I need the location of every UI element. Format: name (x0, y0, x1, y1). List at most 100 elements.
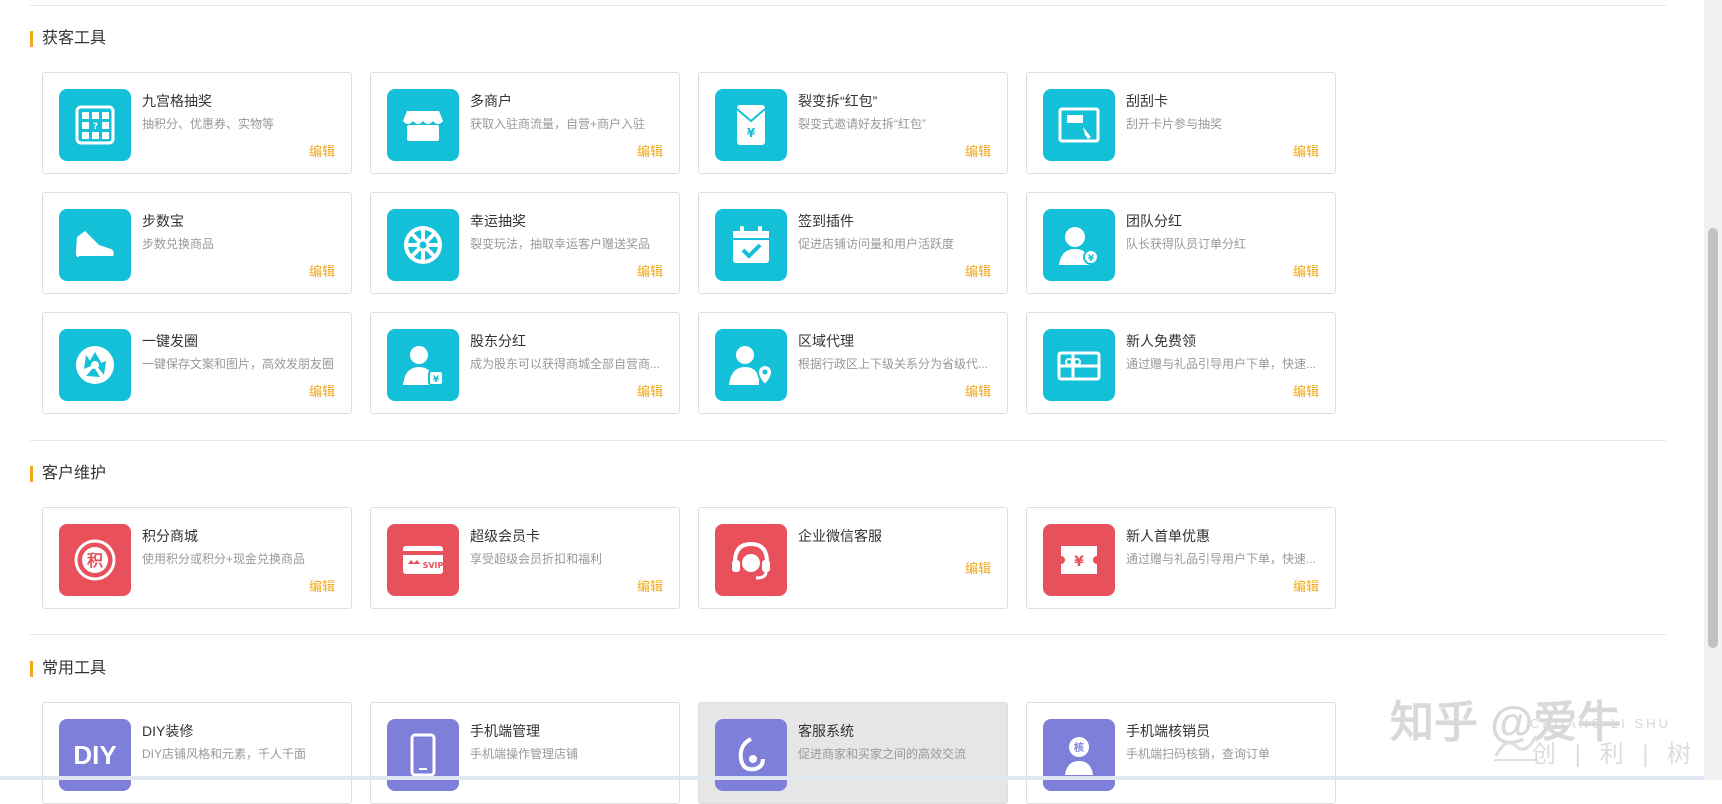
card-title: 幸运抽奖 (470, 213, 526, 229)
scratch-card-icon (1043, 89, 1115, 161)
svg-text:积: 积 (87, 551, 103, 570)
headset-icon (715, 524, 787, 596)
card-regional-agent[interactable]: 区域代理 根据行政区上下级关系分为省级代... 编辑 (698, 312, 1008, 414)
aperture-icon (59, 329, 131, 401)
card-multi-merchant[interactable]: 多商户 获取入驻商流量，自营+商户入驻 编辑 (370, 72, 680, 174)
card-red-envelope[interactable]: ¥ 裂变拆“红包” 裂变式邀请好友拆“红包” 编辑 (698, 72, 1008, 174)
card-title: 签到插件 (798, 213, 854, 229)
svg-text:¥: ¥ (433, 375, 440, 385)
edit-link[interactable]: 编辑 (965, 558, 991, 577)
svip-text: SVIP (423, 561, 444, 570)
divider (30, 5, 1666, 6)
card-desc: 刮开卡片参与抽奖 (1126, 117, 1223, 131)
edit-link[interactable]: 编辑 (965, 261, 991, 280)
edit-link[interactable]: 编辑 (637, 381, 663, 400)
verify-scan-icon: 核 (1043, 719, 1115, 791)
card-desc: 获取入驻商流量，自营+商户入驻 (470, 117, 646, 131)
sneaker-icon (59, 209, 131, 281)
card-step-treasure[interactable]: 步数宝 步数兑换商品 编辑 (42, 192, 352, 294)
svg-text:¥: ¥ (1088, 254, 1095, 264)
card-title: 步数宝 (142, 213, 184, 229)
card-desc: 成为股东可以获得商城全部自营商... (470, 357, 661, 371)
gift-icon (1043, 329, 1115, 401)
store-icon (387, 89, 459, 161)
card-desc: 裂变式邀请好友拆“红包” (798, 117, 926, 131)
card-customer-service-system[interactable]: 客服系统 促进商家和买家之间的高效交流 (698, 702, 1008, 804)
edit-link[interactable]: 编辑 (965, 381, 991, 400)
card-title: 手机端核销员 (1126, 723, 1210, 739)
svg-text:¥: ¥ (1074, 554, 1084, 570)
svg-text:核: 核 (1074, 741, 1084, 754)
coupon-icon: ¥ (1043, 524, 1115, 596)
edit-link[interactable]: 编辑 (309, 261, 335, 280)
card-desc: 手机端操作管理店铺 (470, 747, 579, 761)
card-diy-decoration[interactable]: DIY DIY装修 DIY店铺风格和元素，千人千面 (42, 702, 352, 804)
card-title: 股东分红 (470, 333, 526, 349)
edit-link[interactable]: 编辑 (1293, 261, 1319, 280)
card-grid-lottery[interactable]: ? 九宫格抽奖 抽积分、优惠券、实物等 编辑 (42, 72, 352, 174)
card-mobile-management[interactable]: 手机端管理 手机端操作管理店铺 (370, 702, 680, 804)
card-title: 手机端管理 (470, 723, 540, 739)
team-dividend-icon: ¥ (1043, 209, 1115, 281)
card-title: 团队分红 (1126, 213, 1182, 229)
edit-link[interactable]: 编辑 (309, 141, 335, 160)
svip-card-icon: SVIP (387, 524, 459, 596)
section-title-customer-care: 客户维护 (30, 464, 106, 484)
card-title: 超级会员卡 (470, 528, 540, 544)
watermark-sub2: 创 | 利 | 树 (1532, 741, 1698, 768)
card-desc: 一键保存文案和图片，高效发朋友圈 (142, 357, 335, 371)
card-lucky-draw[interactable]: 幸运抽奖 裂变玩法，抽取幸运客户赠送奖品 编辑 (370, 192, 680, 294)
card-desc: 抽积分、优惠券、实物等 (142, 117, 275, 131)
card-points-mall[interactable]: 积 积分商城 使用积分或积分+现金兑换商品 编辑 (42, 507, 352, 609)
divider (30, 634, 1666, 635)
card-team-dividend[interactable]: ¥ 团队分红 队长获得队员订单分红 编辑 (1026, 192, 1336, 294)
points-mall-icon: 积 (59, 524, 131, 596)
card-mobile-verifier[interactable]: 核 手机端核销员 手机端扫码核销，查询订单 (1026, 702, 1336, 804)
scrollbar-thumb[interactable] (1708, 228, 1718, 648)
grid-lottery-icon: ? (59, 89, 131, 161)
edit-link[interactable]: 编辑 (1293, 381, 1319, 400)
svg-text:?: ? (93, 122, 98, 132)
edit-link[interactable]: 编辑 (1293, 576, 1319, 595)
wheel-icon (387, 209, 459, 281)
region-agent-icon (715, 329, 787, 401)
card-newcomer-free[interactable]: 新人免费领 通过赠与礼品引导用户下单，快速... 编辑 (1026, 312, 1336, 414)
card-title: 积分商城 (142, 528, 198, 544)
card-desc: 通过赠与礼品引导用户下单，快速... (1126, 552, 1317, 566)
edit-link[interactable]: 编辑 (965, 141, 991, 160)
card-title: 九宫格抽奖 (142, 93, 212, 109)
card-first-order-discount[interactable]: ¥ 新人首单优惠 通过赠与礼品引导用户下单，快速... 编辑 (1026, 507, 1336, 609)
edit-link[interactable]: 编辑 (637, 141, 663, 160)
shareholder-icon: ¥ (387, 329, 459, 401)
card-desc: 促进店铺访问量和用户活跃度 (798, 237, 955, 251)
card-title: 刮刮卡 (1126, 93, 1168, 109)
edit-link[interactable]: 编辑 (1293, 141, 1319, 160)
card-desc: 手机端扫码核销，查询订单 (1126, 747, 1271, 761)
svg-text:¥: ¥ (747, 126, 756, 140)
card-title: 区域代理 (798, 333, 854, 349)
scrollbar[interactable] (1704, 0, 1722, 780)
edit-link[interactable]: 编辑 (309, 576, 335, 595)
card-title: 新人免费领 (1126, 333, 1196, 349)
card-title: 企业微信客服 (798, 528, 882, 544)
card-desc: 步数兑换商品 (142, 237, 215, 251)
diy-icon: DIY (59, 719, 131, 791)
card-title: 新人首单优惠 (1126, 528, 1210, 544)
edit-link[interactable]: 编辑 (637, 261, 663, 280)
divider (30, 440, 1666, 441)
card-one-click-moments[interactable]: 一键发圈 一键保存文案和图片，高效发朋友圈 编辑 (42, 312, 352, 414)
section-title-acquisition: 获客工具 (30, 29, 106, 49)
card-title: 一键发圈 (142, 333, 198, 349)
calendar-check-icon (715, 209, 787, 281)
card-scratch-card[interactable]: 刮刮卡 刮开卡片参与抽奖 编辑 (1026, 72, 1336, 174)
card-super-vip[interactable]: SVIP 超级会员卡 享受超级会员折扣和福利 编辑 (370, 507, 680, 609)
customer-service-icon (715, 719, 787, 791)
card-shareholder-dividend[interactable]: ¥ 股东分红 成为股东可以获得商城全部自营商... 编辑 (370, 312, 680, 414)
edit-link[interactable]: 编辑 (637, 576, 663, 595)
card-title: 多商户 (470, 93, 512, 109)
card-wecom-service[interactable]: 企业微信客服 编辑 (698, 507, 1008, 609)
card-desc: DIY店铺风格和元素，千人千面 (142, 747, 307, 761)
card-desc: 裂变玩法，抽取幸运客户赠送奖品 (470, 237, 651, 251)
edit-link[interactable]: 编辑 (309, 381, 335, 400)
card-check-in[interactable]: 签到插件 促进店铺访问量和用户活跃度 编辑 (698, 192, 1008, 294)
